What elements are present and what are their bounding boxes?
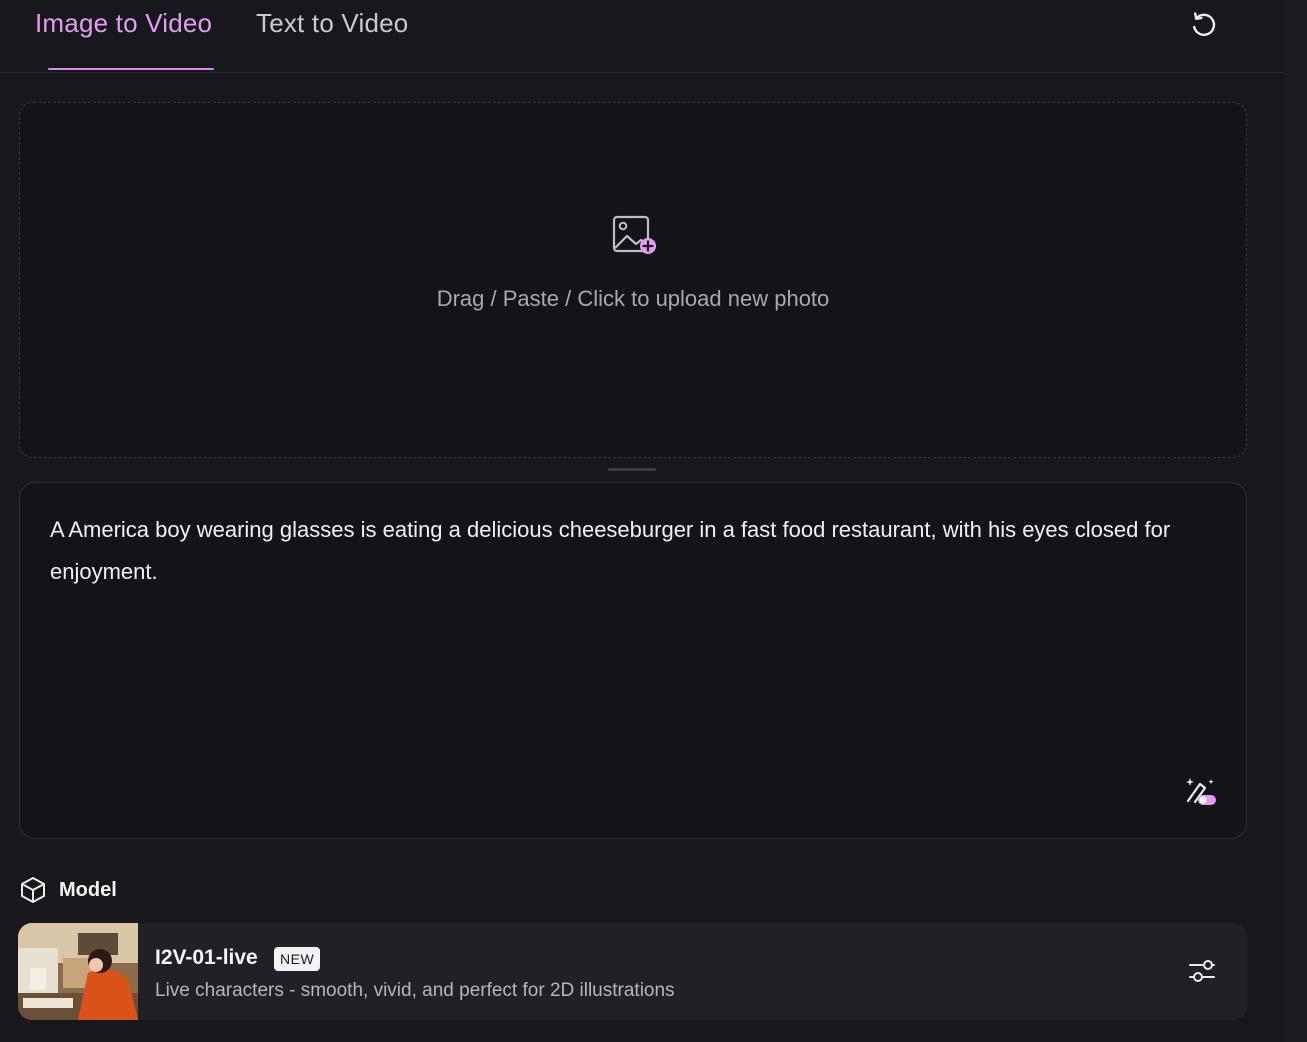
right-edge-panel xyxy=(1284,0,1307,1042)
image-add-icon xyxy=(612,215,656,254)
model-section-header: Model xyxy=(19,876,117,904)
magic-wand-toggle-icon[interactable] xyxy=(1184,775,1218,807)
model-section-label: Model xyxy=(59,878,117,901)
model-thumbnail xyxy=(18,923,138,1020)
upload-dropzone[interactable]: Drag / Paste / Click to upload new photo xyxy=(19,102,1247,458)
mode-tabs: Image to Video Text to Video xyxy=(0,0,1284,73)
tab-image-to-video[interactable]: Image to Video xyxy=(35,8,212,39)
tab-text-to-video[interactable]: Text to Video xyxy=(256,8,408,39)
new-badge: NEW xyxy=(274,947,321,971)
sliders-icon[interactable] xyxy=(1188,957,1218,985)
resize-handle[interactable] xyxy=(608,468,656,471)
model-name: I2V-01-live xyxy=(155,946,258,969)
refresh-icon[interactable] xyxy=(1188,9,1218,39)
active-tab-underline xyxy=(48,68,214,70)
prompt-input[interactable]: A America boy wearing glasses is eating … xyxy=(50,509,1220,593)
cube-icon xyxy=(21,877,45,903)
upload-instructions: Drag / Paste / Click to upload new photo xyxy=(436,286,830,311)
prompt-box[interactable]: A America boy wearing glasses is eating … xyxy=(19,482,1247,839)
model-description: Live characters - smooth, vivid, and per… xyxy=(155,980,675,1001)
main-panel: Image to Video Text to Video Drag / Past… xyxy=(0,0,1284,1042)
model-selector-card[interactable]: I2V-01-live NEW Live characters - smooth… xyxy=(18,923,1247,1020)
